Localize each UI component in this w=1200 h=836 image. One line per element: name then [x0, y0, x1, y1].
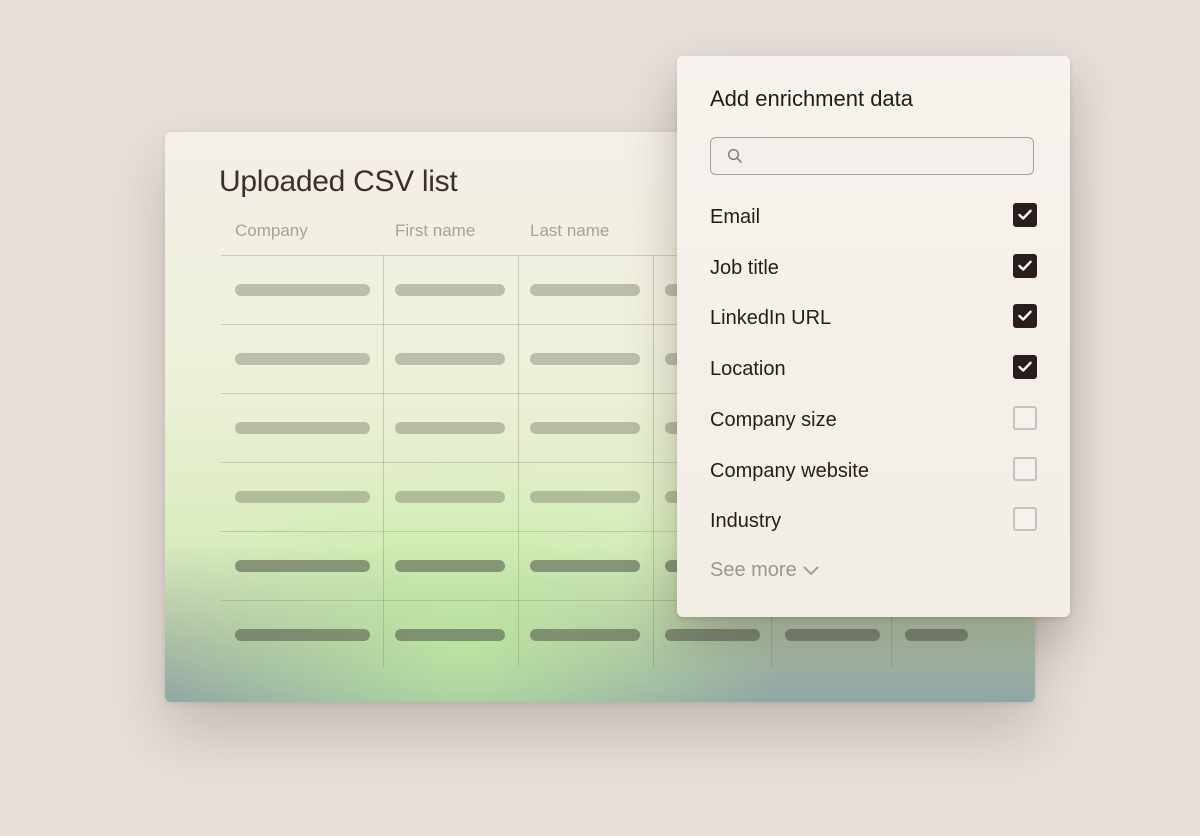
placeholder-cell [235, 284, 370, 296]
enrichment-option[interactable]: Industry [710, 506, 1037, 536]
option-label: Company website [710, 459, 869, 482]
enrichment-option[interactable]: LinkedIn URL [710, 303, 1037, 333]
option-label: Email [710, 206, 761, 228]
placeholder-cell [395, 629, 505, 641]
placeholder-cell [530, 353, 640, 365]
placeholder-cell [235, 491, 370, 503]
enrichment-option[interactable]: Company size [710, 405, 1037, 435]
enrichment-option[interactable]: Location [710, 354, 1037, 384]
enrichment-option[interactable]: Job title [710, 253, 1037, 283]
chevron-down-icon [803, 566, 819, 575]
placeholder-cell [235, 560, 370, 572]
placeholder-cell [395, 422, 505, 434]
option-checkbox[interactable] [1013, 355, 1037, 380]
placeholder-cell [665, 629, 760, 641]
column-header-last-name[interactable]: Last name [530, 221, 609, 241]
option-label: LinkedIn URL [710, 307, 832, 330]
placeholder-cell [530, 422, 640, 434]
placeholder-cell [395, 491, 505, 503]
placeholder-cell [530, 491, 640, 503]
search-icon [727, 148, 742, 163]
option-label: Industry [710, 510, 782, 533]
placeholder-cell [530, 629, 640, 641]
column-divider [653, 255, 654, 667]
see-more-label: See more [710, 559, 797, 581]
placeholder-cell [530, 284, 640, 296]
placeholder-cell [785, 629, 880, 641]
search-input[interactable] [710, 137, 1034, 175]
enrichment-option[interactable]: Company website [710, 456, 1037, 486]
placeholder-cell [235, 629, 370, 641]
see-more-button[interactable]: See more [710, 559, 819, 582]
placeholder-cell [530, 560, 640, 572]
panel-title: Add enrichment data [710, 86, 914, 111]
placeholder-cell [395, 284, 505, 296]
placeholder-cell [395, 353, 505, 365]
option-checkbox[interactable] [1013, 456, 1037, 481]
enrichment-panel: Add enrichment data Email Job title Linked… [677, 56, 1070, 617]
option-checkbox[interactable] [1013, 304, 1037, 329]
option-checkbox[interactable] [1013, 203, 1037, 227]
csv-title: Uploaded CSV list [219, 165, 458, 198]
placeholder-cell [235, 422, 370, 434]
option-checkbox[interactable] [1013, 253, 1037, 278]
option-checkbox[interactable] [1013, 405, 1037, 430]
column-divider [383, 255, 384, 667]
placeholder-cell [235, 353, 370, 365]
placeholder-cell [905, 629, 968, 641]
column-header-company[interactable]: Company [235, 221, 308, 241]
checkmark-icon [1018, 209, 1032, 220]
column-header-first-name[interactable]: First name [395, 221, 475, 241]
checkmark-icon [1018, 310, 1032, 322]
checkmark-icon [1018, 260, 1032, 271]
checkmark-icon [1018, 361, 1032, 372]
enrichment-option[interactable]: Email [710, 202, 1037, 232]
option-checkbox[interactable] [1013, 507, 1037, 532]
option-label: Job title [710, 256, 779, 279]
placeholder-cell [395, 560, 505, 572]
option-label: Company size [710, 408, 837, 431]
option-label: Location [710, 358, 786, 381]
column-divider [518, 255, 519, 667]
